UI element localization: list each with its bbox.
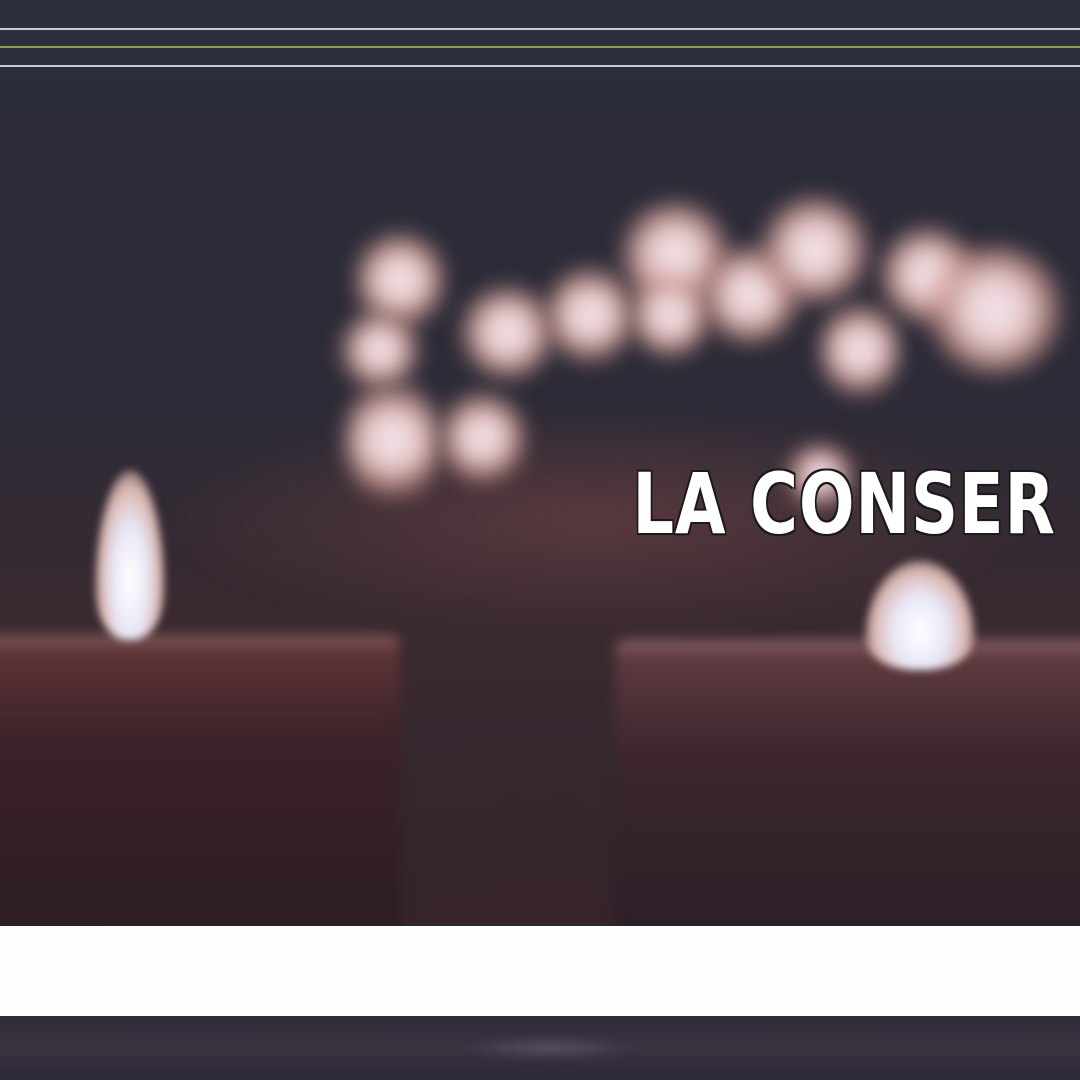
post-canvas: LA CONSER (0, 0, 1080, 1080)
bottom-glint (460, 1036, 640, 1060)
candle-left (0, 635, 400, 926)
bokeh-light (460, 285, 555, 380)
bokeh-light (760, 195, 870, 305)
top-rule-light (0, 28, 1080, 30)
headline-title: LA CONSER (632, 455, 1056, 553)
bokeh-light (545, 265, 635, 365)
bokeh-light (925, 245, 1065, 375)
bokeh-light (630, 270, 710, 360)
bokeh-light (345, 375, 440, 505)
bokeh-light (820, 300, 900, 400)
candle-right (615, 640, 1080, 926)
bottom-strip (0, 1016, 1080, 1080)
top-rule-accent (0, 46, 1080, 48)
bokeh-light (440, 390, 525, 485)
white-band (0, 926, 1080, 1016)
bottom-rule-light (0, 65, 1080, 67)
top-band (0, 0, 1080, 80)
